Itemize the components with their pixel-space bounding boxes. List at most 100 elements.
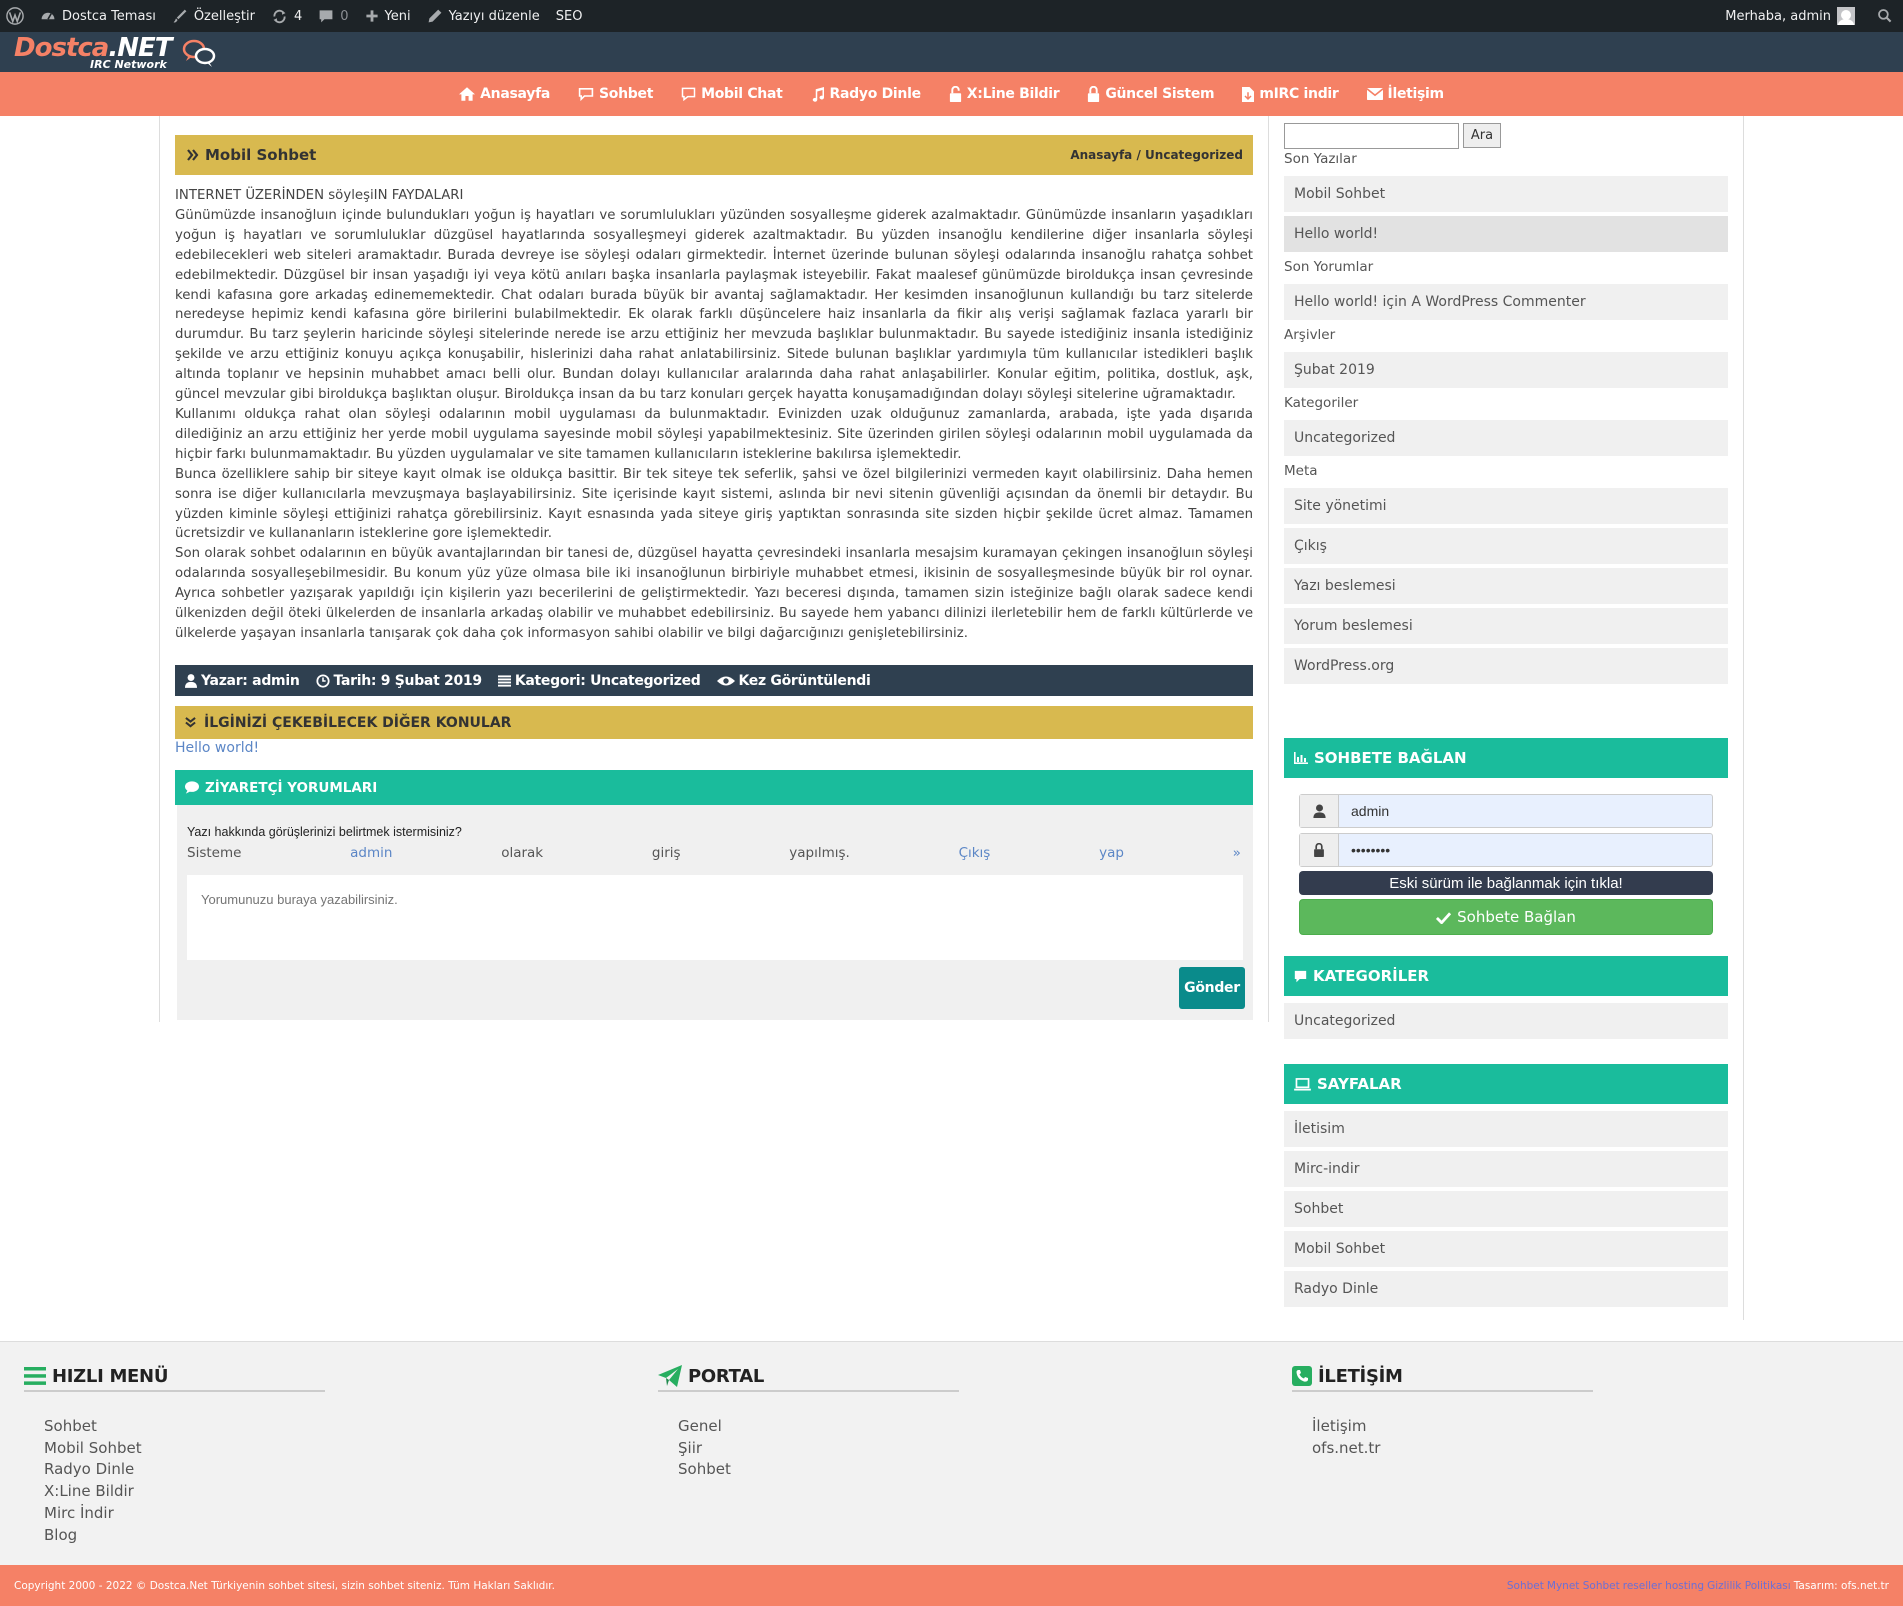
edit-post-link[interactable]: Yazıyı düzenle	[419, 0, 548, 32]
sidebar-search-button[interactable]: Ara	[1463, 123, 1501, 148]
sayfalar-widget-title-bar: SAYFALAR	[1284, 1064, 1728, 1104]
meta-item[interactable]: WordPress.org	[1284, 648, 1728, 686]
footer-quick-menu: HIZLI MENÜ Sohbet Mobil Sohbet Radyo Din…	[24, 1364, 325, 1546]
bottom-link[interactable]: reseller hosting	[1623, 1580, 1704, 1592]
footer-link[interactable]: Mobil Sohbet	[44, 1438, 325, 1460]
post-title-text: Mobil Sohbet	[205, 146, 317, 164]
dashboard-icon	[41, 12, 55, 20]
old-version-link[interactable]: Eski sürüm ile bağlanmak için tıkla!	[1299, 871, 1713, 895]
footer-link[interactable]: Şiir	[678, 1438, 959, 1460]
post-title-bar: Mobil Sohbet Anasayfa / Uncategorized	[175, 135, 1253, 175]
file-icon	[1242, 86, 1255, 102]
customize-label: Özelleştir	[193, 8, 255, 24]
footer-portal-heading: PORTAL	[658, 1364, 959, 1392]
nav-label: Güncel Sistem	[1105, 86, 1215, 102]
meta-item[interactable]: Yorum beslemesi	[1284, 608, 1728, 646]
nav-item-iletisim[interactable]: İletişim	[1353, 86, 1458, 102]
nick-input[interactable]	[1339, 795, 1712, 827]
nav-item-guncel-sistem[interactable]: Güncel Sistem	[1073, 86, 1228, 102]
wordpress-icon	[6, 7, 24, 25]
bottom-link[interactable]: Sohbet	[1507, 1580, 1544, 1592]
footer-contact-heading: İLETİŞİM	[1292, 1364, 1593, 1392]
recent-post-item[interactable]: Hello world!	[1284, 216, 1728, 254]
sidebar-search-input[interactable]	[1284, 123, 1459, 149]
meta-item[interactable]: Çıkış	[1284, 528, 1728, 566]
footer-link[interactable]: ofs.net.tr	[1312, 1438, 1593, 1460]
chat-widget-title: SOHBETE BAĞLAN	[1314, 749, 1467, 767]
site-name-menu[interactable]: Dostca Teması	[32, 0, 164, 32]
post-paragraph: Bunca özelliklere sahip bir siteye kayıt…	[175, 466, 1253, 542]
footer-link-list: İletişim ofs.net.tr	[1312, 1416, 1593, 1459]
footer-link[interactable]: Sohbet	[678, 1459, 959, 1481]
footer-link[interactable]: Mirc İndir	[44, 1503, 325, 1525]
nav-item-mobil-chat[interactable]: Mobil Chat	[667, 86, 796, 102]
category-item[interactable]: Uncategorized	[1284, 420, 1728, 458]
page-item[interactable]: İletisim	[1284, 1111, 1728, 1149]
post-category[interactable]: Kategori: Uncategorized	[497, 673, 701, 689]
adminbar-search[interactable]	[1863, 0, 1903, 32]
comment-icon	[185, 781, 199, 794]
nav-item-anasayfa[interactable]: Anasayfa	[445, 86, 564, 102]
nav-label: mIRC indir	[1259, 86, 1339, 102]
nav-item-radyo-dinle[interactable]: Radyo Dinle	[797, 86, 935, 102]
widget-category-item[interactable]: Uncategorized	[1284, 1003, 1728, 1041]
post-title: Mobil Sohbet	[187, 146, 316, 164]
footer-link[interactable]: Radyo Dinle	[44, 1459, 325, 1481]
page-item[interactable]: Mirc-indir	[1284, 1151, 1728, 1189]
list-icon	[497, 674, 511, 687]
nav-item-sohbet[interactable]: Sohbet	[564, 86, 667, 102]
avatar	[1837, 7, 1855, 25]
recent-post-item[interactable]: Mobil Sohbet	[1284, 176, 1728, 214]
seo-menu[interactable]: SEO	[548, 0, 591, 32]
bottom-link[interactable]: Gizlilik Politikası	[1707, 1580, 1791, 1592]
related-post-link[interactable]: Hello world!	[175, 740, 259, 756]
related-posts-bar: İLGİNİZİ ÇEKEBİLECEK DİĞER KONULAR	[175, 706, 1253, 739]
new-content-link[interactable]: Yeni	[357, 0, 419, 32]
footer-link[interactable]: Sohbet	[44, 1416, 325, 1438]
meta-item[interactable]: Yazı beslemesi	[1284, 568, 1728, 606]
bottom-link[interactable]: Mynet Sohbet	[1547, 1580, 1620, 1592]
footer-link[interactable]: İletişim	[1312, 1416, 1593, 1438]
lock-icon	[1088, 86, 1100, 102]
logout-link-arrow[interactable]: »	[1233, 845, 1241, 861]
page-item[interactable]: Mobil Sohbet	[1284, 1231, 1728, 1269]
logged-in-user-link[interactable]: admin	[350, 845, 392, 861]
nav-item-mirc-indir[interactable]: mIRC indir	[1228, 86, 1352, 102]
connect-chat-button[interactable]: Sohbete Bağlan	[1299, 899, 1713, 935]
my-account-menu[interactable]: Merhaba, admin	[1717, 0, 1863, 32]
site-logo[interactable]: Dostca.NET IRC Network	[14, 33, 219, 71]
nick-field[interactable]	[1299, 794, 1713, 828]
password-input[interactable]	[1339, 834, 1712, 866]
comment-textarea[interactable]	[187, 875, 1243, 960]
wp-logo-menu[interactable]	[0, 0, 32, 32]
logout-link-word[interactable]: yap	[1099, 845, 1124, 861]
nav-label: Sohbet	[599, 86, 654, 102]
kategoriler-widget-title-bar: KATEGORİLER	[1284, 956, 1728, 996]
post-author[interactable]: Yazar: admin	[185, 673, 300, 689]
customize-link[interactable]: Özelleştir	[164, 0, 263, 32]
send-comment-button[interactable]: Gönder	[1179, 967, 1245, 1009]
updates-count: 4	[293, 8, 303, 24]
seo-label: SEO	[555, 8, 583, 24]
password-field[interactable]	[1299, 833, 1713, 867]
comment-question: Yazı hakkında görüşlerinizi belirtmek is…	[187, 825, 462, 839]
footer-link[interactable]: X:Line Bildir	[44, 1481, 325, 1503]
meta-item[interactable]: Site yönetimi	[1284, 488, 1728, 526]
post-views-text: Kez Görüntülendi	[738, 672, 871, 689]
recent-comments-heading: Son Yorumlar	[1284, 259, 1374, 275]
updates-link[interactable]: 4	[263, 0, 310, 32]
footer-link[interactable]: Genel	[678, 1416, 959, 1438]
comments-link[interactable]: 0	[310, 0, 356, 32]
archive-item[interactable]: Şubat 2019	[1284, 352, 1728, 390]
breadcrumb-home[interactable]: Anasayfa	[1070, 148, 1132, 162]
footer-link[interactable]: Blog	[44, 1525, 325, 1547]
page-item[interactable]: Radyo Dinle	[1284, 1271, 1728, 1309]
post-date: Tarih: 9 Şubat 2019	[315, 673, 482, 689]
phone-square-icon	[1292, 1366, 1312, 1386]
lock-icon	[1314, 843, 1324, 857]
nav-item-xline-bildir[interactable]: X:Line Bildir	[935, 86, 1074, 102]
logout-link[interactable]: Çıkış	[959, 845, 991, 861]
page-item[interactable]: Sohbet	[1284, 1191, 1728, 1229]
breadcrumb-category[interactable]: Uncategorized	[1145, 148, 1243, 162]
recent-comment-item[interactable]: Hello world! için A WordPress Commenter	[1284, 284, 1728, 322]
